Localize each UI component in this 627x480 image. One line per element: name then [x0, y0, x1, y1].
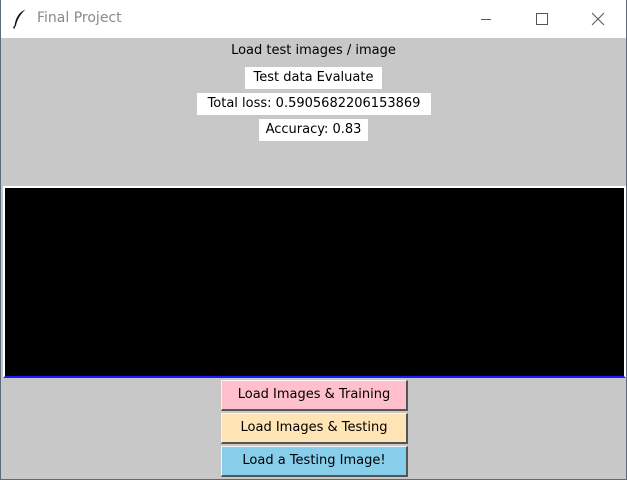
title-bar[interactable]: Final Project	[1, 0, 626, 38]
close-button[interactable]	[574, 0, 620, 38]
accuracy-label: Accuracy: 0.83	[259, 119, 368, 141]
evaluate-label: Test data Evaluate	[245, 67, 382, 89]
client-area: Load test images / image Test data Evalu…	[1, 38, 626, 479]
heading-label: Load test images / image	[231, 43, 396, 58]
window-title: Final Project	[37, 10, 122, 26]
minimize-icon	[481, 19, 491, 20]
load-images-training-button[interactable]: Load Images & Training	[221, 380, 408, 411]
maximize-button[interactable]	[519, 0, 565, 38]
image-canvas	[3, 186, 626, 378]
app-window: Final Project Load test images / image T…	[0, 0, 627, 480]
load-images-testing-button[interactable]: Load Images & Testing	[221, 413, 408, 444]
close-icon	[591, 12, 605, 26]
load-testing-image-button[interactable]: Load a Testing Image!	[221, 446, 408, 477]
minimize-button[interactable]	[463, 0, 509, 38]
loss-label: Total loss: 0.5905682206153869	[197, 93, 431, 115]
feather-icon	[13, 9, 27, 29]
maximize-icon	[536, 13, 548, 25]
